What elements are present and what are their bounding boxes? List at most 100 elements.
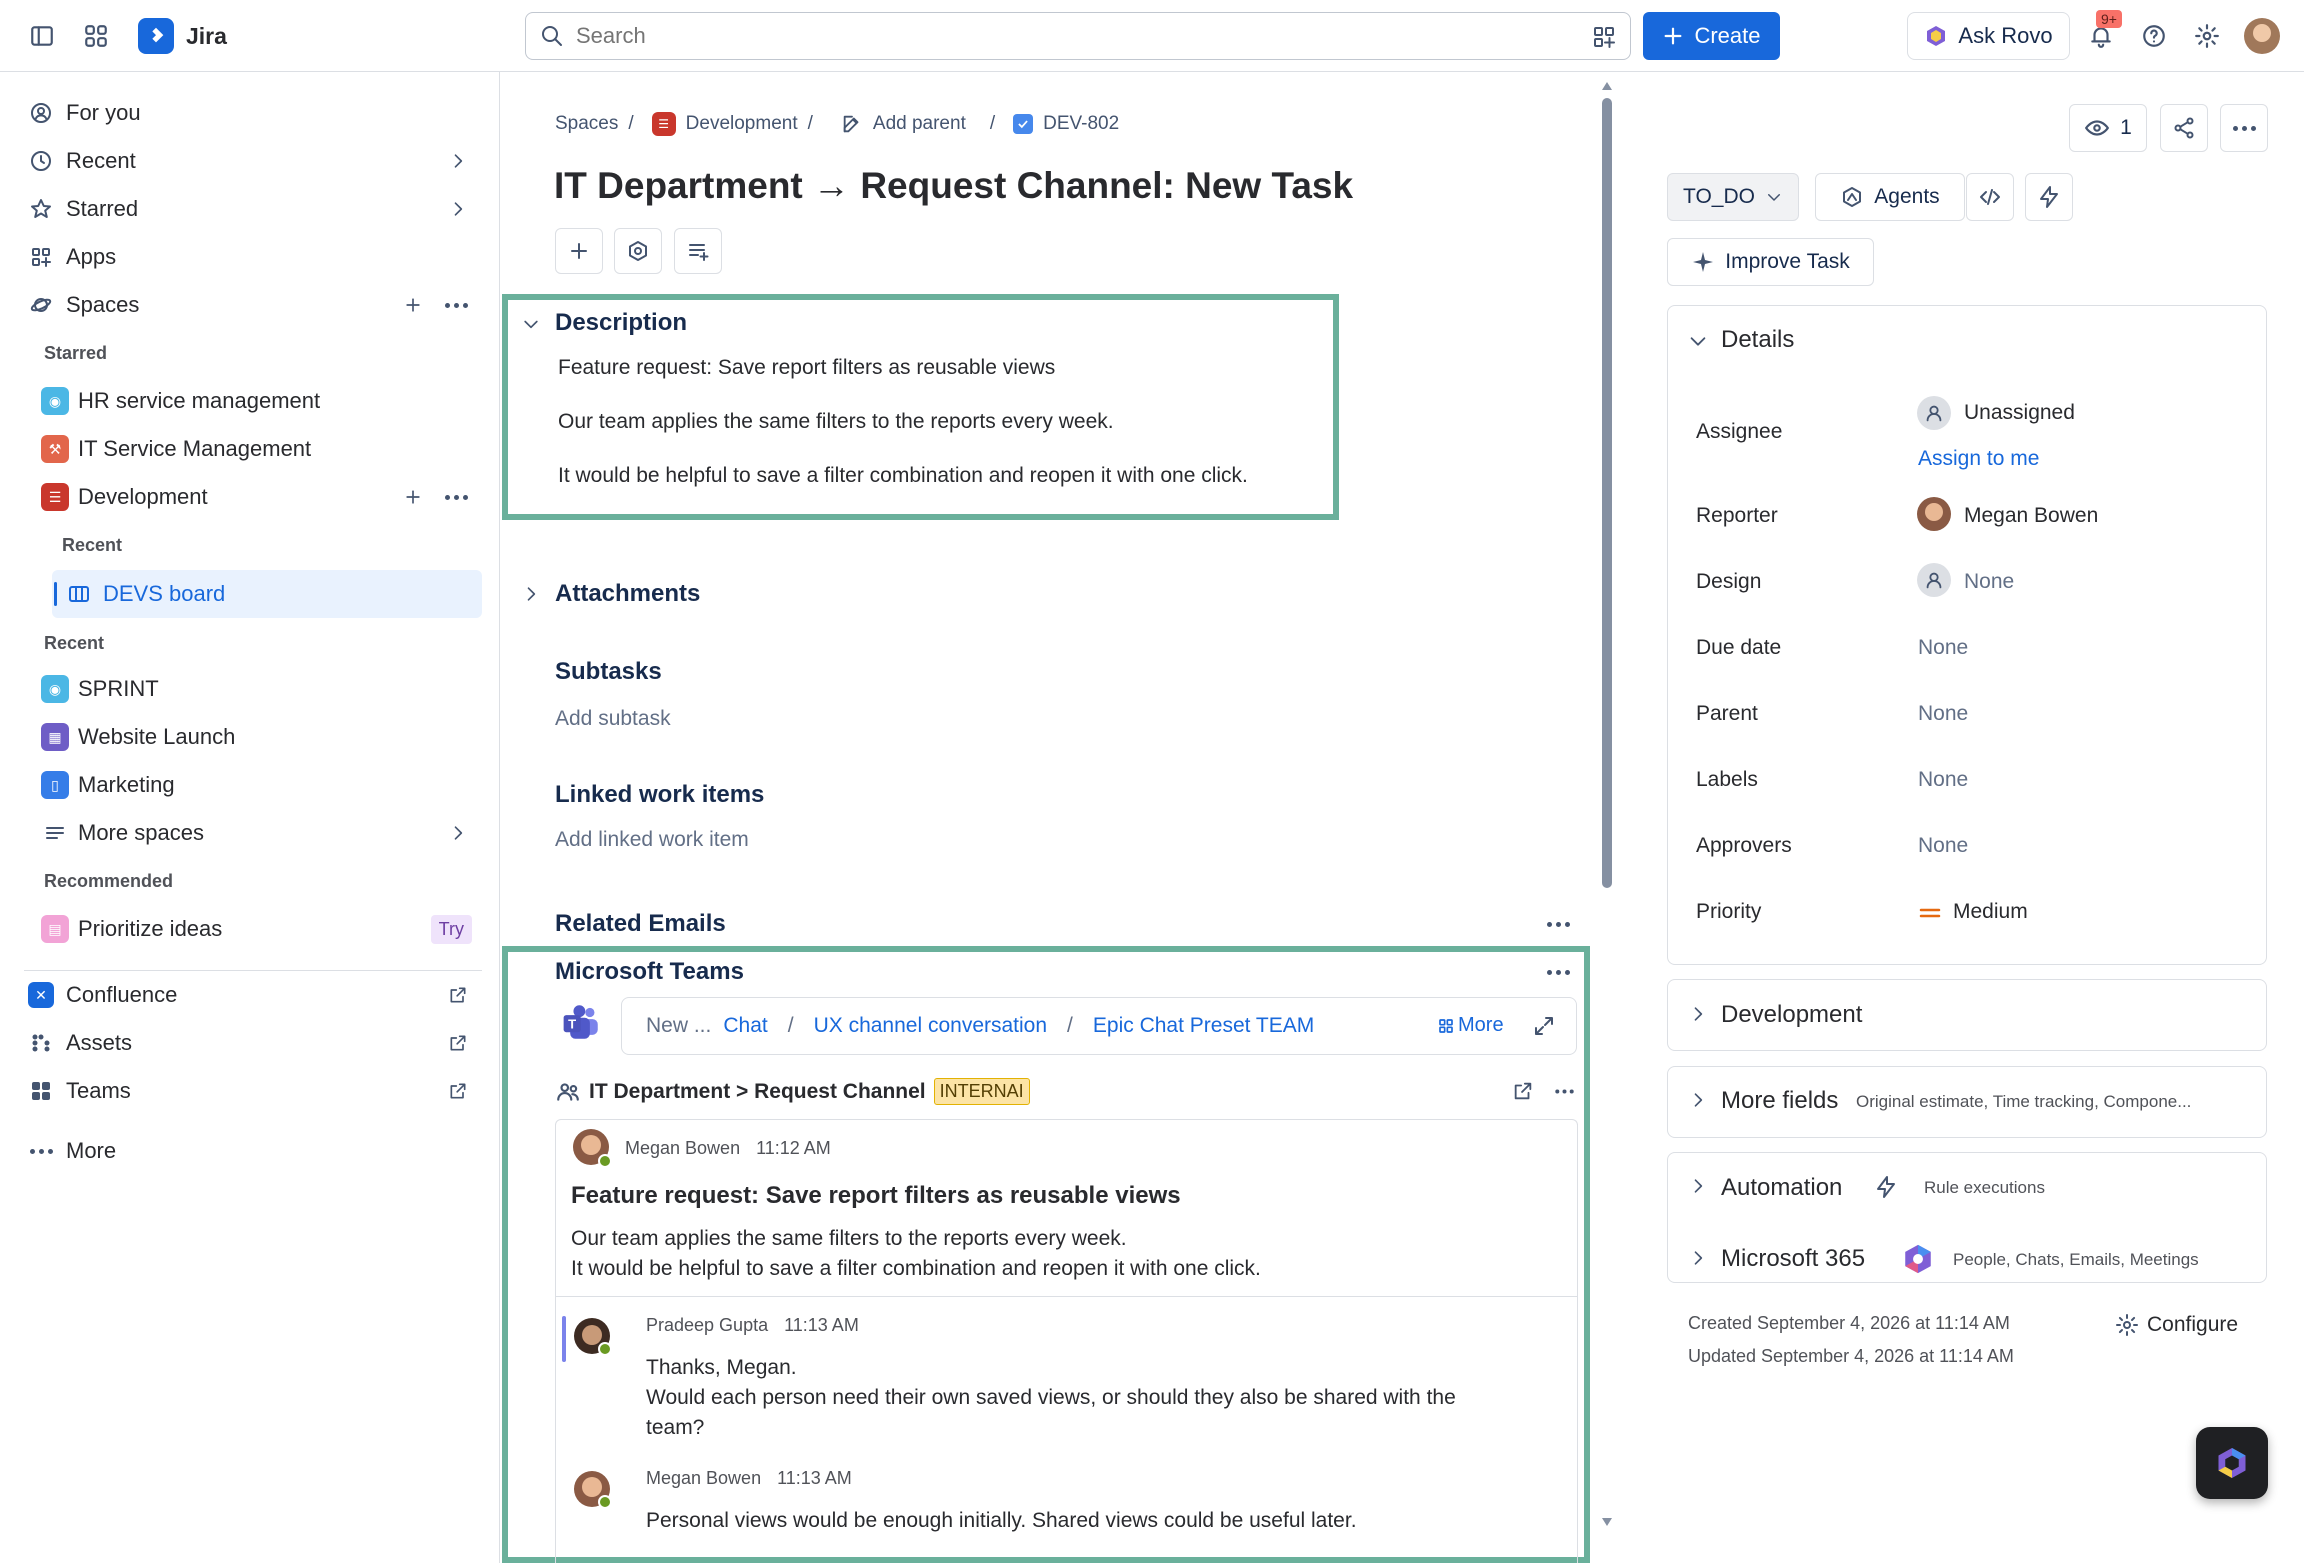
agents-button[interactable]: Agents	[1815, 173, 1965, 221]
jira-logo[interactable]: Jira	[138, 18, 227, 54]
app-switcher-icon[interactable]	[76, 16, 116, 56]
plus-icon	[571, 243, 587, 259]
rovo-icon	[1927, 26, 1946, 46]
path-channel-link[interactable]: UX channel conversation	[814, 1014, 1047, 1038]
share-button[interactable]	[2160, 104, 2208, 152]
parent-label: Parent	[1696, 702, 1758, 725]
sidebar-space-hr[interactable]: ◉ HR service management	[40, 379, 482, 423]
parent-value[interactable]: None	[1918, 702, 1968, 726]
external-link-icon[interactable]	[448, 1033, 468, 1053]
sidebar-item-prioritize-ideas[interactable]: ▤ Prioritize ideas Try	[40, 907, 482, 951]
chevron-right-icon[interactable]	[521, 584, 541, 604]
improve-task-button[interactable]: Improve Task	[1667, 238, 1874, 286]
sidebar-item-devs-board[interactable]: DEVS board	[52, 570, 482, 618]
description-heading[interactable]: Description	[555, 309, 687, 337]
external-link-icon[interactable]	[448, 985, 468, 1005]
development-heading[interactable]: Development	[1721, 1001, 1862, 1029]
sidebar-item-spaces[interactable]: Spaces	[24, 283, 482, 327]
add-space-plus-icon[interactable]	[403, 295, 423, 315]
configure-label: Configure	[2147, 1313, 2239, 1336]
search-filter-icon[interactable]	[1592, 25, 1616, 49]
breadcrumb-add-parent[interactable]: Add parent	[873, 113, 966, 135]
add-subtask-link[interactable]: Add subtask	[555, 707, 671, 731]
code-button[interactable]	[1966, 173, 2014, 221]
assign-to-me-link[interactable]: Assign to me	[1918, 447, 2039, 471]
automation-heading[interactable]: Automation	[1721, 1174, 1842, 1202]
channel-more-icon[interactable]	[1555, 1089, 1574, 1094]
due-date-value[interactable]: None	[1918, 636, 1968, 660]
priority-value[interactable]: Medium	[1953, 900, 2028, 924]
reporter-value[interactable]: Megan Bowen	[1964, 504, 2098, 528]
chevron-right-icon[interactable]	[448, 823, 468, 843]
sidebar-item-for-you[interactable]: For you	[24, 91, 482, 135]
design-label: Design	[1696, 570, 1762, 593]
sidebar-item-recent[interactable]: Recent	[24, 139, 482, 183]
sidebar-space-itsm[interactable]: ⚒ IT Service Management	[40, 427, 482, 471]
sidebar-space-development[interactable]: ☰ Development	[40, 475, 482, 519]
assignee-value[interactable]: Unassigned	[1964, 401, 2075, 425]
configure-button[interactable]: Configure	[2115, 1313, 2238, 1337]
breadcrumb-issue-key[interactable]: DEV-802	[1043, 113, 1119, 135]
sidebar-space-sprint[interactable]: ◉ SPRINT	[40, 667, 482, 711]
help-icon[interactable]	[2134, 16, 2174, 56]
chevron-right-icon[interactable]	[1688, 1090, 1708, 1110]
add-plus-icon[interactable]	[403, 487, 423, 507]
add-content-button[interactable]	[555, 228, 603, 274]
more-link[interactable]: More	[1438, 1014, 1504, 1037]
sidebar-toggle-icon[interactable]	[22, 16, 62, 56]
sidebar-app-teams[interactable]: Teams	[24, 1069, 482, 1113]
chevron-right-icon[interactable]	[1688, 1176, 1708, 1196]
sidebar-app-confluence[interactable]: ✕ Confluence	[24, 973, 482, 1017]
open-external-icon[interactable]	[1512, 1080, 1534, 1102]
search-input[interactable]	[576, 23, 1536, 49]
sidebar-space-marketing[interactable]: ▯ Marketing	[40, 763, 482, 807]
path-new[interactable]: New ...	[646, 1014, 711, 1038]
teams-more-icon[interactable]	[1547, 970, 1570, 975]
external-link-icon[interactable]	[448, 1081, 468, 1101]
status-dropdown[interactable]: TO_DO	[1667, 173, 1799, 221]
chevron-down-icon[interactable]	[1687, 330, 1709, 352]
ask-rovo-button[interactable]: Ask Rovo	[1907, 12, 2070, 60]
attachments-heading[interactable]: Attachments	[555, 580, 700, 608]
path-chat-link[interactable]: Chat	[723, 1014, 767, 1038]
issue-title[interactable]: IT Department → Request Channel: New Tas…	[554, 165, 1353, 207]
breadcrumb-development[interactable]: Development	[686, 113, 798, 135]
sidebar-space-website-launch[interactable]: ▦ Website Launch	[40, 715, 482, 759]
design-value[interactable]: None	[1964, 570, 2014, 594]
settings-gear-icon[interactable]	[2187, 16, 2227, 56]
add-list-button[interactable]	[674, 228, 722, 274]
create-button[interactable]: Create	[1643, 12, 1780, 60]
sidebar-app-assets[interactable]: Assets	[24, 1021, 482, 1065]
details-heading[interactable]: Details	[1721, 326, 1794, 354]
apps-button[interactable]	[614, 228, 662, 274]
add-linked-item-link[interactable]: Add linked work item	[555, 828, 749, 852]
sidebar-item-more[interactable]: More	[24, 1129, 482, 1173]
chevron-right-icon[interactable]	[448, 151, 468, 171]
labels-value[interactable]: None	[1918, 768, 1968, 792]
more-actions-button[interactable]	[2220, 104, 2268, 152]
search-bar[interactable]	[525, 12, 1631, 60]
m365-heading[interactable]: Microsoft 365	[1721, 1245, 1865, 1273]
floating-rovo-button[interactable]	[2196, 1427, 2268, 1499]
more-fields-heading[interactable]: More fields	[1721, 1087, 1838, 1115]
sidebar-item-more-spaces[interactable]: More spaces	[40, 811, 482, 855]
related-emails-more-icon[interactable]	[1547, 922, 1570, 927]
development-more-icon[interactable]	[445, 494, 468, 500]
automation-button[interactable]	[2025, 173, 2073, 221]
eye-icon	[2085, 120, 2110, 136]
watchers-button[interactable]: 1	[2069, 104, 2147, 152]
try-badge[interactable]: Try	[430, 914, 472, 944]
sidebar-item-starred[interactable]: Starred	[24, 187, 482, 231]
user-avatar[interactable]	[2244, 18, 2280, 54]
path-preset-link[interactable]: Epic Chat Preset TEAM	[1093, 1014, 1314, 1038]
spaces-more-icon[interactable]	[445, 302, 468, 308]
sidebar-item-apps[interactable]: Apps	[24, 235, 482, 279]
chevron-right-icon[interactable]	[1688, 1004, 1708, 1024]
breadcrumb-spaces[interactable]: Spaces	[555, 113, 618, 135]
chevron-right-icon[interactable]	[1688, 1248, 1708, 1268]
post-author: Megan Bowen	[625, 1138, 741, 1158]
approvers-value[interactable]: None	[1918, 834, 1968, 858]
chevron-down-icon[interactable]	[521, 314, 541, 334]
expand-icon[interactable]	[1532, 1014, 1556, 1038]
chevron-right-icon[interactable]	[448, 199, 468, 219]
